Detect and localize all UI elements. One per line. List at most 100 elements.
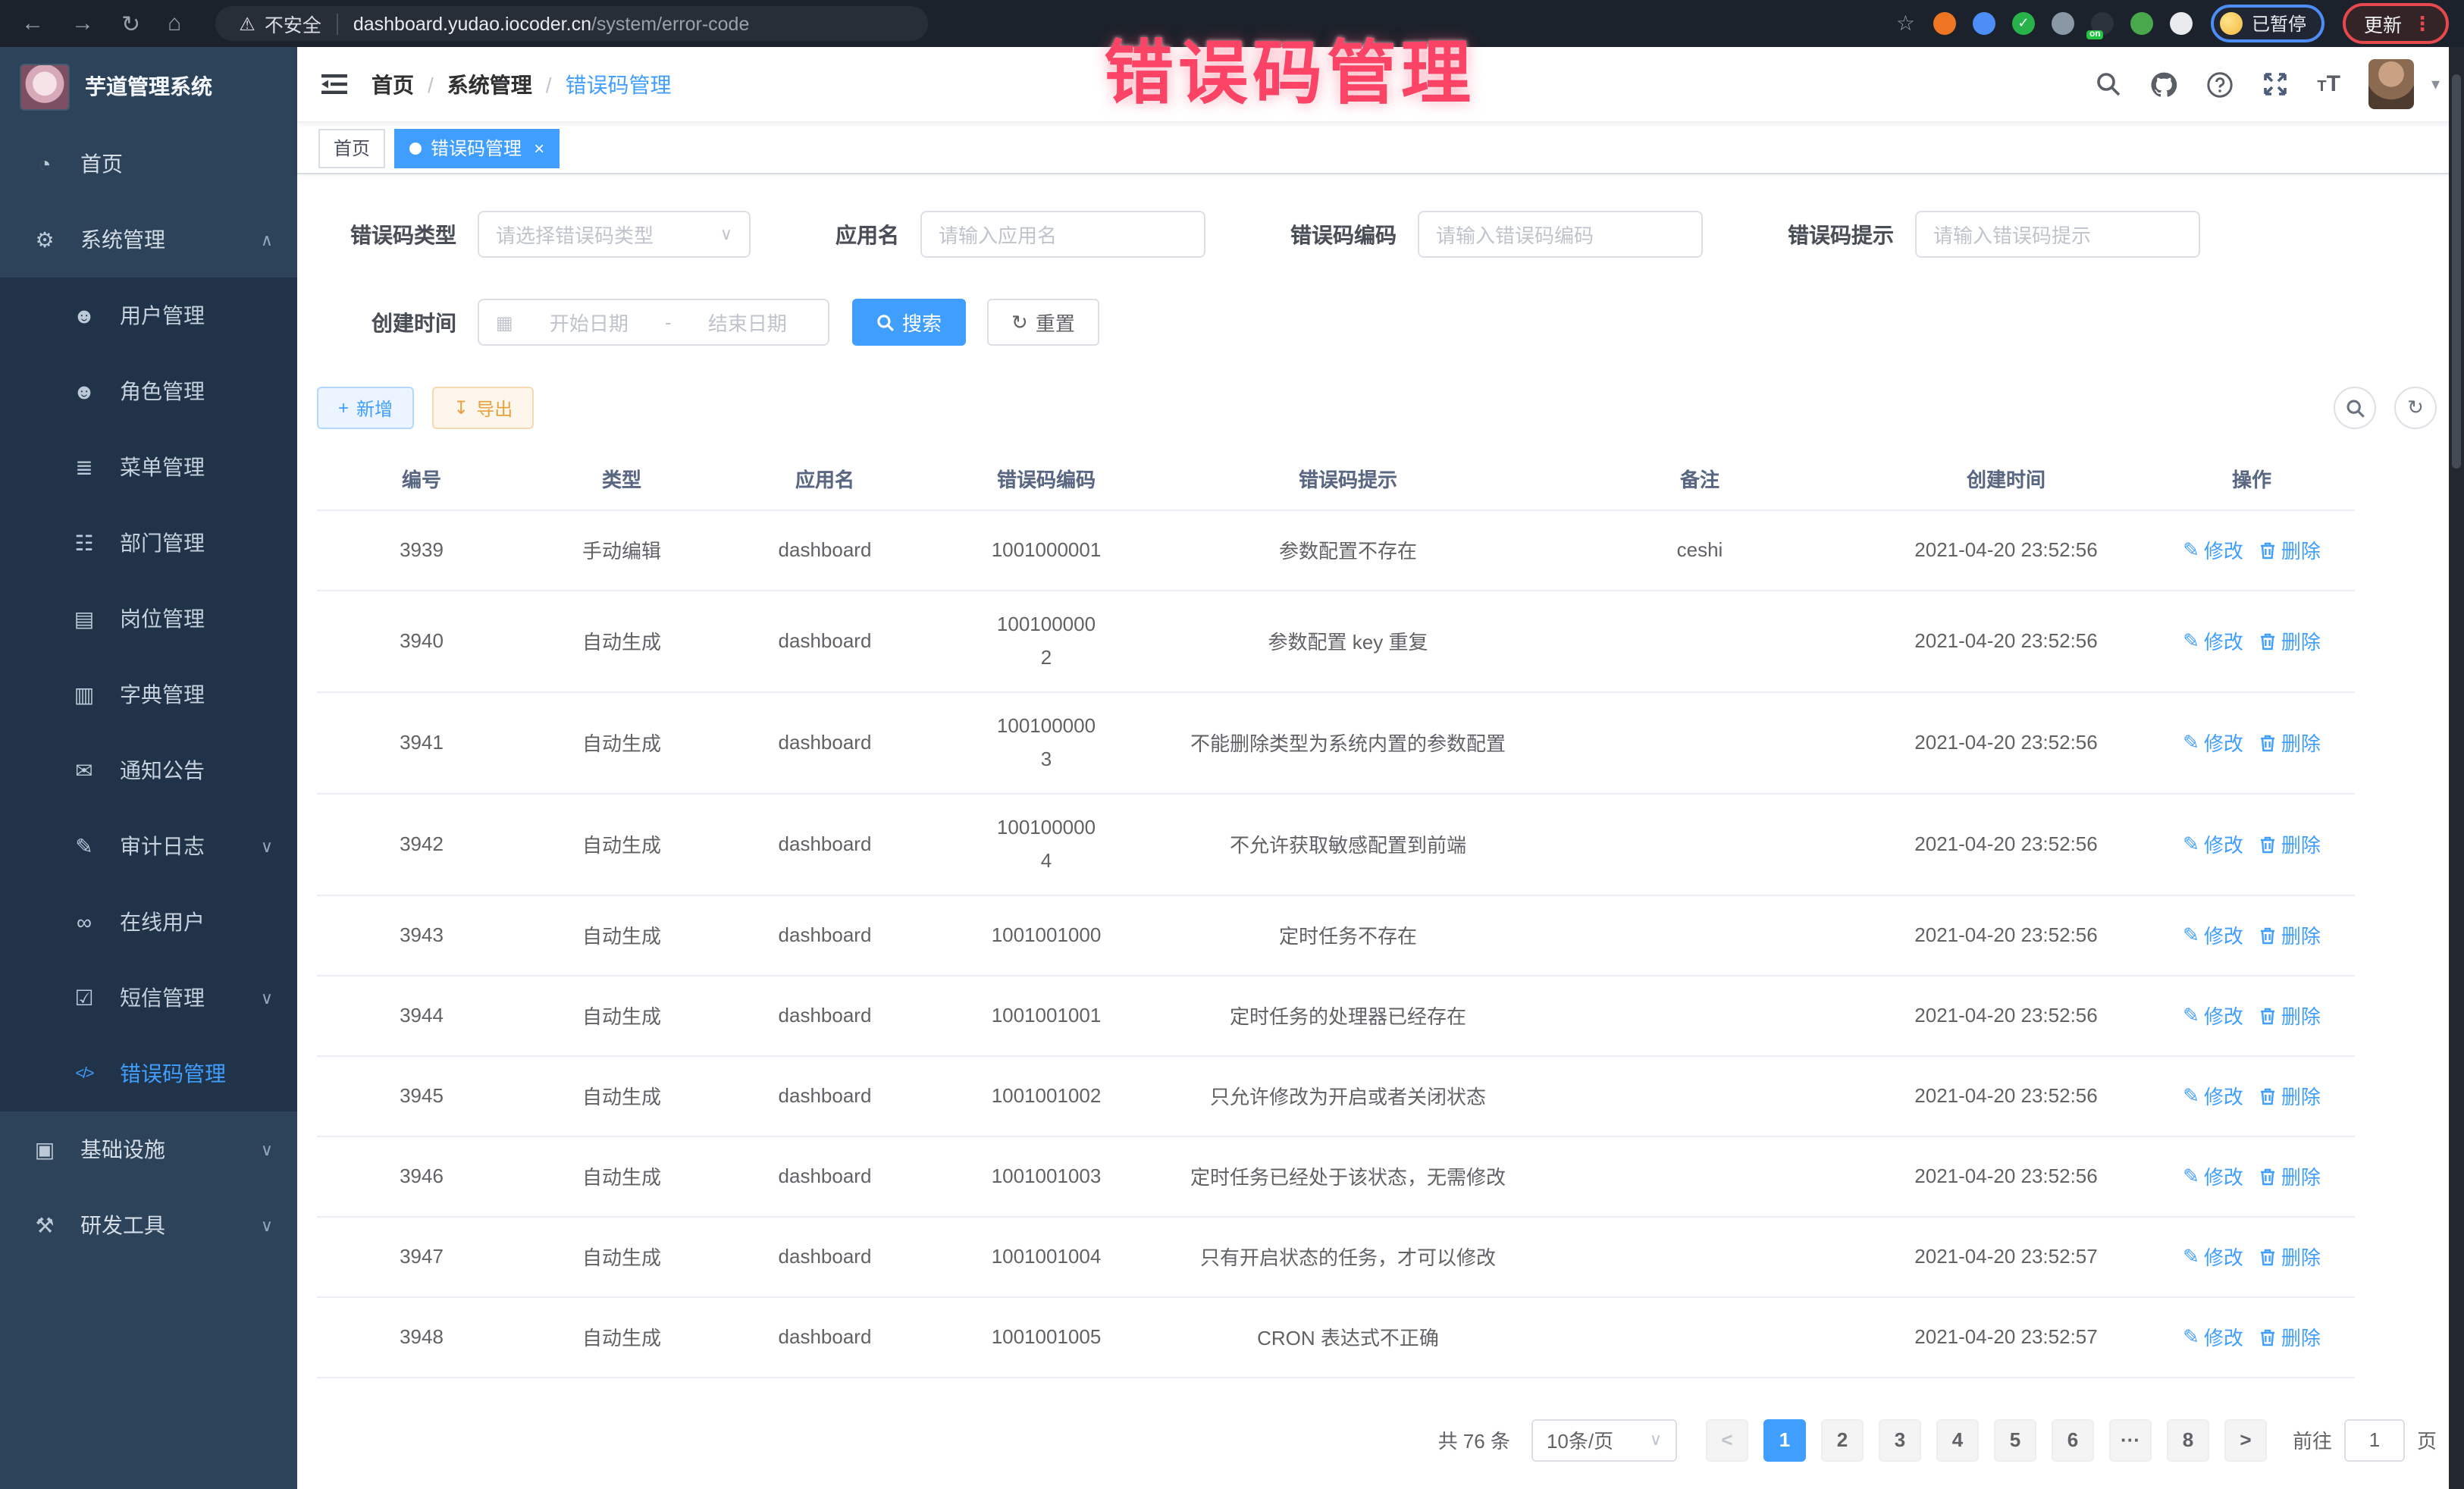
extension-key-icon[interactable] <box>2130 12 2153 35</box>
sidebar-item-sms[interactable]: ☑短信管理∨ <box>0 960 297 1036</box>
delete-row-button[interactable]: 删除 <box>2260 626 2321 655</box>
sidebar-item-error-code[interactable]: </>错误码管理 <box>0 1036 297 1111</box>
delete-row-button[interactable]: 删除 <box>2260 1161 2321 1190</box>
breadcrumb-home[interactable]: 首页 <box>371 69 414 99</box>
extension-puzzle-icon[interactable] <box>2170 12 2193 35</box>
sidebar-item-devtools[interactable]: ⚒研发工具∨ <box>0 1187 297 1263</box>
user-avatar[interactable] <box>2369 59 2415 109</box>
sidebar-item-infra[interactable]: ▣基础设施∨ <box>0 1111 297 1187</box>
edit-row-button[interactable]: ✎修改 <box>2183 1322 2243 1351</box>
edit-row-button[interactable]: ✎修改 <box>2183 920 2243 949</box>
browser-reload-icon[interactable]: ↻ <box>121 10 140 37</box>
bookmark-star-icon[interactable]: ☆ <box>1896 11 1915 36</box>
create-time-range-picker[interactable]: ▦ 开始日期 - 结束日期 <box>478 299 829 346</box>
collapse-sidebar-icon[interactable] <box>321 73 347 96</box>
github-icon[interactable] <box>2150 71 2177 98</box>
window-scrollbar[interactable] <box>2449 47 2464 1489</box>
extension-orange-icon[interactable] <box>1933 12 1956 35</box>
page-ellipsis[interactable]: ··· <box>2109 1418 2152 1461</box>
tag-home[interactable]: 首页 <box>318 128 385 168</box>
app-name-input[interactable]: 请输入应用名 <box>920 211 1205 258</box>
app-title: 芋道管理系统 <box>85 71 212 102</box>
delete-row-button[interactable]: 删除 <box>2260 920 2321 949</box>
edit-row-button[interactable]: ✎修改 <box>2183 626 2243 655</box>
sidebar-item-post[interactable]: ▤岗位管理 <box>0 581 297 657</box>
breadcrumb-system[interactable]: 系统管理 <box>447 69 532 99</box>
sidebar-item-dept[interactable]: ☷部门管理 <box>0 505 297 581</box>
page-size-select[interactable]: 10条/页 ∨ <box>1531 1418 1677 1461</box>
edit-row-button[interactable]: ✎修改 <box>2183 829 2243 858</box>
browser-forward-icon[interactable]: → <box>71 11 94 36</box>
active-tag-dot <box>409 142 422 154</box>
delete-row-button[interactable]: 删除 <box>2260 535 2321 564</box>
prev-page-button[interactable]: < <box>1706 1418 1748 1461</box>
search-icon[interactable] <box>2096 71 2121 97</box>
next-page-button[interactable]: > <box>2224 1418 2267 1461</box>
sidebar-item-dict[interactable]: ▥字典管理 <box>0 657 297 732</box>
delete-row-button[interactable]: 删除 <box>2260 1242 2321 1271</box>
fullscreen-icon[interactable] <box>2262 71 2288 97</box>
close-tag-icon[interactable]: × <box>534 137 544 158</box>
end-date-placeholder: 结束日期 <box>684 308 811 337</box>
extension-grid-icon[interactable] <box>2052 12 2074 35</box>
page-button-8[interactable]: 8 <box>2167 1418 2209 1461</box>
sidebar-item-role[interactable]: ☻角色管理 <box>0 353 297 429</box>
paused-extension-badge[interactable]: 已暂停 <box>2211 5 2324 42</box>
edit-row-button[interactable]: ✎修改 <box>2183 1161 2243 1190</box>
avatar-dropdown-caret-icon[interactable]: ▾ <box>2431 74 2440 94</box>
page-button-2[interactable]: 2 <box>1821 1418 1864 1461</box>
tag-error-code[interactable]: 错误码管理 × <box>394 128 560 168</box>
browser-home-icon[interactable]: ⌂ <box>168 11 181 36</box>
sidebar-item-user[interactable]: ☻用户管理 <box>0 277 297 353</box>
edit-row-button[interactable]: ✎修改 <box>2183 535 2243 564</box>
page-button-6[interactable]: 6 <box>2052 1418 2094 1461</box>
goto-page-input[interactable]: 1 <box>2344 1418 2405 1461</box>
online-user-icon: ∞ <box>71 910 97 934</box>
page-button-1[interactable]: 1 <box>1763 1418 1806 1461</box>
breadcrumb-separator: / <box>546 72 552 96</box>
reset-button[interactable]: ↻ 重置 <box>987 299 1099 346</box>
sidebar-item-notice[interactable]: ✉通知公告 <box>0 732 297 808</box>
search-button-label: 搜索 <box>902 308 942 337</box>
address-bar[interactable]: ⚠ 不安全 dashboard.yudao.iocoder.cn /system… <box>215 6 927 41</box>
error-type-select[interactable]: 请选择错误码类型 ∨ <box>478 211 751 258</box>
browser-menu-icon[interactable]: ⋮ <box>2412 11 2434 36</box>
delete-row-button[interactable]: 删除 <box>2260 1322 2321 1351</box>
sms-icon: ☑ <box>71 985 97 1011</box>
sidebar-item-menu[interactable]: ≣菜单管理 <box>0 429 297 505</box>
delete-row-button[interactable]: 删除 <box>2260 728 2321 757</box>
refresh-table-button[interactable]: ↻ <box>2394 387 2437 429</box>
browser-update-button[interactable]: 更新 ⋮ <box>2343 3 2449 44</box>
edit-row-button[interactable]: ✎修改 <box>2183 728 2243 757</box>
export-button[interactable]: ↧ 导出 <box>432 387 534 429</box>
app-logo-row[interactable]: 芋道管理系统 <box>0 47 297 126</box>
page-button-3[interactable]: 3 <box>1879 1418 1921 1461</box>
security-label[interactable]: 不安全 <box>265 9 321 38</box>
delete-row-button[interactable]: 删除 <box>2260 1081 2321 1110</box>
sidebar-item-audit-log[interactable]: ✎审计日志∨ <box>0 808 297 884</box>
search-button[interactable]: 搜索 <box>852 299 966 346</box>
sidebar-item-gear[interactable]: ⚙系统管理∧ <box>0 202 297 277</box>
extension-blue-gem-icon[interactable] <box>1973 12 1995 35</box>
edit-row-button[interactable]: ✎修改 <box>2183 1081 2243 1110</box>
sidebar-item-label: 在线用户 <box>120 907 273 937</box>
delete-row-button[interactable]: 删除 <box>2260 1001 2321 1030</box>
error-code-input[interactable]: 请输入错误码编码 <box>1418 211 1703 258</box>
font-size-icon[interactable]: TT <box>2317 71 2340 97</box>
extension-green-check-icon[interactable]: ✓ <box>2012 12 2035 35</box>
page-button-4[interactable]: 4 <box>1936 1418 1979 1461</box>
page-button-5[interactable]: 5 <box>1994 1418 2036 1461</box>
sidebar-item-online-user[interactable]: ∞ 在线用户 <box>0 884 297 960</box>
help-icon[interactable] <box>2206 71 2234 98</box>
browser-back-icon[interactable]: ← <box>21 11 44 36</box>
add-button[interactable]: + 新增 <box>317 387 414 429</box>
show-search-toggle-button[interactable] <box>2334 387 2376 429</box>
scrollbar-thumb[interactable] <box>2452 74 2461 469</box>
extension-switch-icon[interactable]: on <box>2091 12 2114 35</box>
sidebar-item-dashboard[interactable]: ◔首页 <box>0 126 297 202</box>
delete-row-button[interactable]: 删除 <box>2260 829 2321 858</box>
edit-row-button[interactable]: ✎修改 <box>2183 1242 2243 1271</box>
notice-icon: ✉ <box>71 757 97 783</box>
edit-row-button[interactable]: ✎修改 <box>2183 1001 2243 1030</box>
error-msg-input[interactable]: 请输入错误码提示 <box>1915 211 2200 258</box>
